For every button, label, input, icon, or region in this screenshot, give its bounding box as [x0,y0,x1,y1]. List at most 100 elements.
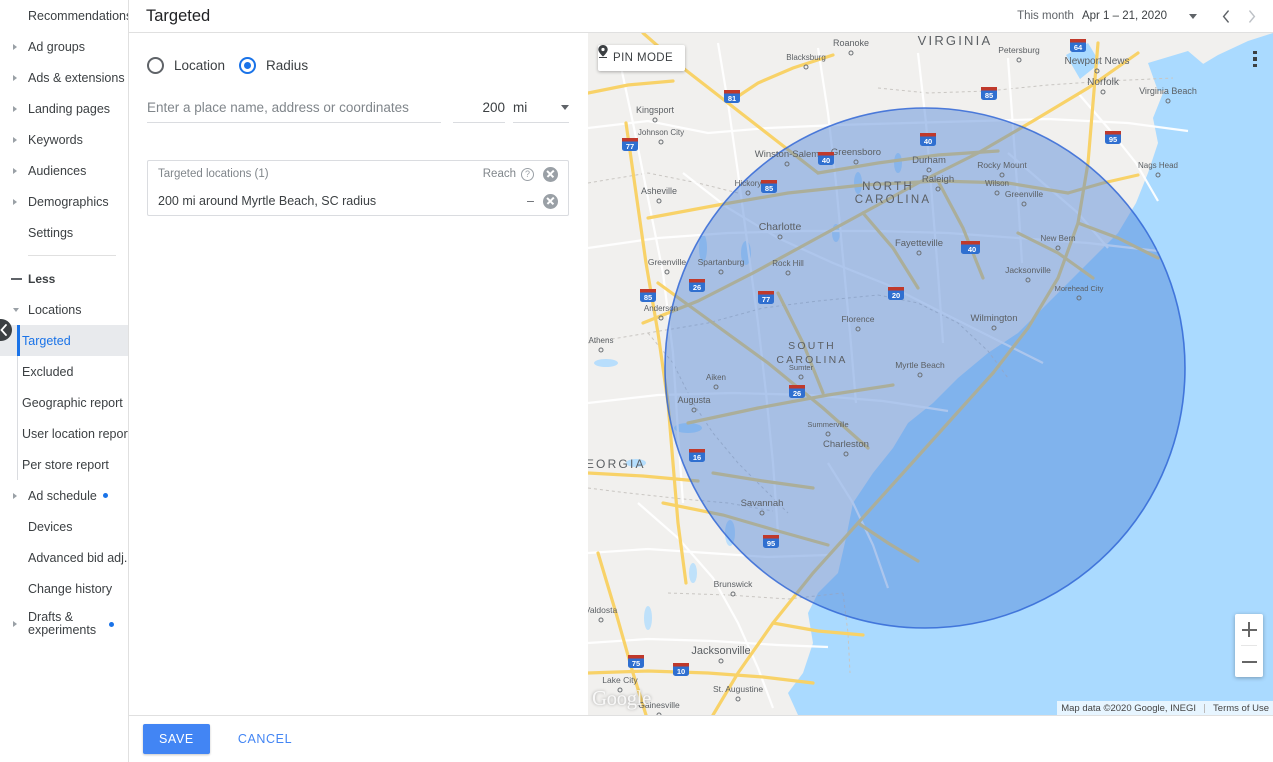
sidebar-item-recommendations[interactable]: Recommendations [0,0,128,31]
map-tiles [588,33,1273,715]
sidebar-item-label: Landing pages [28,101,111,116]
sidebar-item-ad-schedule[interactable]: Ad schedule [0,480,128,511]
radio-radius[interactable]: Radius [239,57,308,74]
date-range-label: This month [1017,10,1074,22]
map-zoom-out-button[interactable] [1235,646,1263,677]
sidebar-item-audiences[interactable]: Audiences [0,155,128,186]
map-zoom-in-button[interactable] [1235,614,1263,645]
sidebar-item-label: Geographic report [22,395,123,410]
radius-unit-value: mi [513,100,528,115]
map-options-menu-button[interactable] [1245,45,1265,73]
place-search-input[interactable] [147,100,441,123]
sidebar-item-locations[interactable]: Locations [0,294,128,325]
date-range-value: Apr 1 – 21, 2020 [1081,10,1167,22]
sidebar-item-user-location-report[interactable]: User location report [0,418,128,449]
sidebar-item-excluded[interactable]: Excluded [0,356,128,387]
clear-all-locations-button[interactable] [543,166,558,182]
radius-unit-select[interactable]: mi [513,100,569,123]
sidebar-item-advanced-bid-adj[interactable]: Advanced bid adj. [0,542,128,573]
map-canvas[interactable]: VIRGINIANORTHCAROLINASOUTHCAROLINAGEORGI… [588,33,1273,715]
sidebar-item-devices[interactable]: Devices [0,511,128,542]
sidebar-item-per-store-report[interactable]: Per store report [0,449,128,480]
sidebar-item-settings[interactable]: Settings [0,217,128,248]
map-attribution: Map data ©2020 Google, INEGI Terms of Us… [1057,701,1273,715]
sidebar-item-label: Devices [28,519,73,534]
action-bar: SAVE CANCEL [129,715,1273,762]
sidebar-item-label: Locations [28,302,82,317]
cancel-button[interactable]: CANCEL [232,731,298,747]
chevron-right-icon [13,105,17,112]
minus-icon [1241,660,1257,663]
chevron-down-icon [561,105,569,110]
more-vert-icon-dot [1253,63,1257,68]
sidebar-item-label: Drafts & experiments [28,610,97,637]
app-root: Recommendations Ad groups Ads & extensions… [0,0,1273,762]
chevron-down-icon[interactable] [1189,13,1197,19]
sidebar-item-keywords[interactable]: Keywords [0,124,128,155]
targeted-locations-count: Targeted locations (1) [158,168,269,180]
targeting-mode-group: Location Radius [129,33,588,74]
sidebar-item-landing-pages[interactable]: Landing pages [0,93,128,124]
sidebar-item-demographics[interactable]: Demographics [0,186,128,217]
page-title: Targeted [146,6,211,25]
radius-value-input[interactable] [453,100,505,123]
more-vert-icon-dot [1253,57,1257,61]
targeting-panel: Location Radius mi Targeted locations (1… [129,33,588,715]
sidebar-item-drafts-experiments[interactable]: Drafts & experiments [0,604,128,644]
pin-mode-button[interactable]: PIN MODE [598,45,686,71]
chevron-right-icon [13,167,17,174]
sidebar-item-targeted[interactable]: Targeted [0,325,128,356]
sidebar-divider [28,255,116,256]
google-watermark: Google [592,686,651,710]
help-circle-icon[interactable]: ? [521,167,534,181]
radius-entry-row: mi [147,100,569,123]
terms-of-use-link[interactable]: Terms of Use [1213,703,1269,714]
sidebar-item-ad-groups[interactable]: Ad groups [0,31,128,62]
chevron-left-icon [1222,9,1229,23]
sidebar-item-label: Ads & extensions [28,70,125,85]
minus-icon [11,277,22,280]
sidebar-item-label: Settings [28,225,74,240]
sidebar-item-label: Ad groups [28,39,85,54]
chevron-right-icon [1249,9,1256,23]
pin-mode-label: PIN MODE [613,52,674,64]
sidebar-item-ads-extensions[interactable]: Ads & extensions [0,62,128,93]
radio-location[interactable]: Location [147,57,225,74]
sidebar-item-label: Advanced bid adj. [28,550,128,565]
sidebar-item-label: Excluded [22,364,74,379]
chevron-right-icon [13,492,17,499]
next-period-button[interactable] [1239,3,1265,29]
status-dot [102,493,108,498]
page-header: Targeted This month Apr 1 – 21, 2020 [129,0,1273,33]
prev-period-button[interactable] [1213,3,1239,29]
sidebar-item-change-history[interactable]: Change history [0,573,128,604]
sidebar-item-label: Change history [28,581,113,596]
more-vert-icon-dot [1253,50,1257,55]
sidebar-item-label: Demographics [28,194,109,209]
status-dot [109,621,114,627]
chevron-right-icon [13,43,17,50]
save-button[interactable]: SAVE [143,724,210,754]
chevron-right-icon [13,74,17,81]
sidebar-item-label: Ad schedule [28,488,97,503]
radio-radius-label: Radius [266,58,309,73]
targeted-locations-card: Targeted locations (1) Reach ? 200 mi ar… [147,160,569,216]
radio-circle-selected-icon [239,57,257,74]
chevron-right-icon [13,136,17,143]
sidebar-item-label: Per store report [22,457,109,472]
sidebar-item-label: User location report [22,426,129,441]
sidebar-item-label: Targeted [22,333,71,348]
reach-column-label: Reach [482,168,516,180]
radio-location-label: Location [174,58,226,73]
radio-circle-icon [147,57,164,74]
map-zoom-controls [1235,614,1263,677]
attribution-divider [1204,703,1206,713]
date-range-picker[interactable]: This month Apr 1 – 21, 2020 [1017,3,1273,29]
remove-location-button[interactable] [543,193,558,209]
chevron-right-icon [13,621,17,627]
targeted-location-name: 200 mi around Myrtle Beach, SC radius [158,194,377,208]
chevron-left-icon [0,324,7,336]
sidebar-item-geographic-report[interactable]: Geographic report [0,387,128,418]
sidebar-item-label: Audiences [28,163,87,178]
sidebar-item-less[interactable]: Less [0,263,128,294]
